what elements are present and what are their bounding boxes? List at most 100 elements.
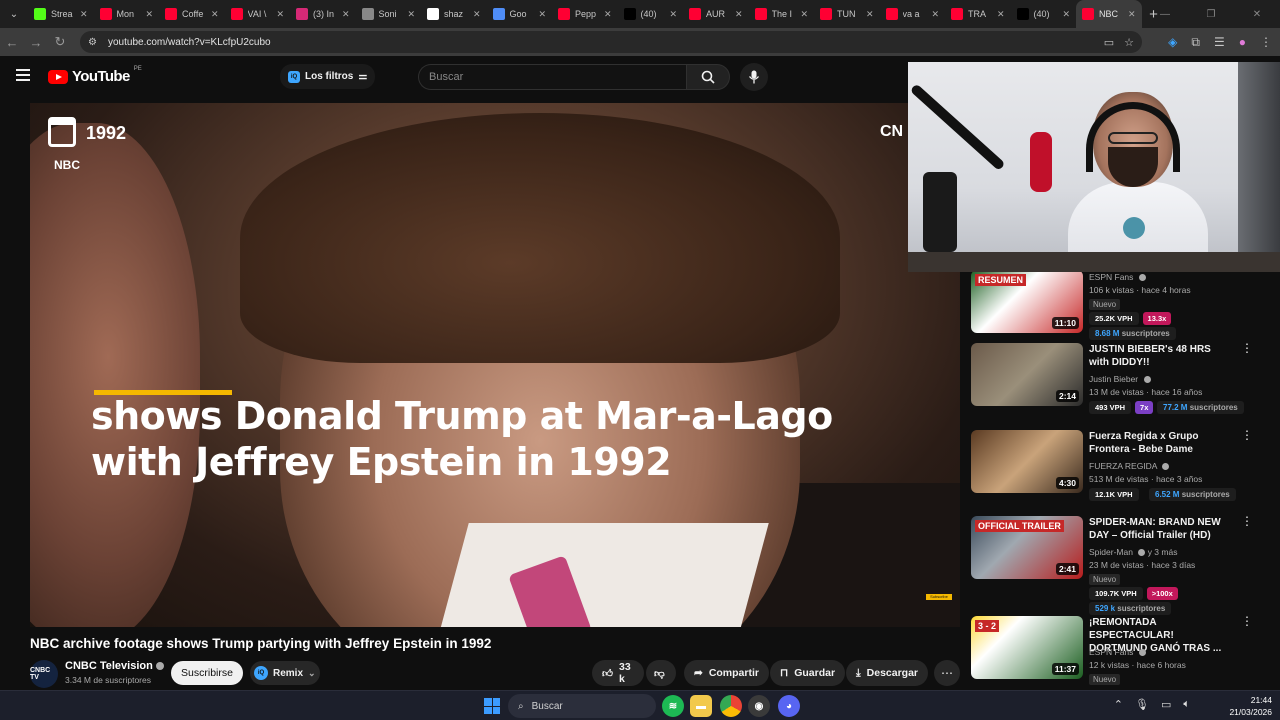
video-thumbnail[interactable]: 4:30 bbox=[971, 430, 1083, 493]
recommendation-item[interactable]: 3 - 2 11:37 ¡REMONTADA ESPECTACULAR! DORTM… bbox=[971, 615, 1271, 690]
browser-tab[interactable]: Strea ✕ bbox=[28, 0, 94, 28]
search-input[interactable]: Buscar bbox=[418, 64, 686, 90]
address-bar[interactable]: ⚙ youtube.com/watch?v=KLcfpU2cubo ▭ ☆ bbox=[80, 31, 1142, 53]
bookmark-star-icon[interactable]: ☆ bbox=[1124, 36, 1134, 49]
more-vertical-icon[interactable]: ⋮ bbox=[1241, 342, 1253, 354]
search-button[interactable] bbox=[686, 64, 730, 90]
video-thumbnail[interactable]: OFFICIAL TRAILER 2:41 bbox=[971, 516, 1083, 579]
volume-icon[interactable]: 🔈︎ bbox=[1183, 698, 1190, 711]
browser-tab[interactable]: Mon ✕ bbox=[94, 0, 160, 28]
chrome-icon[interactable] bbox=[720, 695, 742, 717]
chrome-menu-icon[interactable]: ⋮ bbox=[1260, 35, 1272, 49]
recommendation-channel[interactable]: FUERZA REGIDA bbox=[1089, 461, 1170, 471]
dislike-button[interactable]: 👎︎ bbox=[646, 660, 676, 686]
taskbar-search[interactable]: ⌕ Buscar bbox=[508, 694, 656, 718]
channel-name[interactable]: CNBC Television bbox=[65, 660, 164, 672]
cast-icon[interactable]: ▭ bbox=[1104, 36, 1114, 49]
recommendation-title[interactable]: SPIDER-MAN: BRAND NEW DAY – Official Tra… bbox=[1089, 516, 1229, 542]
browser-tab[interactable]: AUR ✕ bbox=[683, 0, 749, 28]
youtube-logo[interactable]: YouTube PE bbox=[48, 66, 142, 85]
tab-close-icon[interactable]: ✕ bbox=[1062, 9, 1070, 20]
more-vertical-icon[interactable]: ⋮ bbox=[1241, 615, 1253, 627]
profile-avatar-icon[interactable]: ● bbox=[1239, 35, 1246, 49]
more-vertical-icon[interactable]: ⋮ bbox=[1241, 429, 1253, 441]
reading-list-icon[interactable]: ☰ bbox=[1214, 35, 1225, 49]
more-actions-button[interactable]: ⋯ bbox=[934, 660, 960, 686]
subscribe-button[interactable]: Suscribirse bbox=[171, 661, 243, 685]
site-info-icon[interactable]: ⚙ bbox=[88, 37, 104, 48]
voice-search-button[interactable] bbox=[740, 63, 768, 91]
browser-tab[interactable]: TRA ✕ bbox=[945, 0, 1011, 28]
tab-close-icon[interactable]: ✕ bbox=[931, 9, 939, 20]
tab-close-icon[interactable]: ✕ bbox=[997, 9, 1005, 20]
browser-tab[interactable]: (3) In ✕ bbox=[290, 0, 356, 28]
share-button[interactable]: ➦ Compartir bbox=[684, 660, 769, 686]
tab-close-icon[interactable]: ✕ bbox=[1128, 9, 1136, 20]
forward-icon[interactable]: → bbox=[24, 28, 48, 56]
taskbar-clock[interactable]: 21:44 21/03/2026 bbox=[1229, 694, 1272, 718]
tray-microphone-icon[interactable]: 🎙︎ bbox=[1135, 698, 1149, 711]
channel-avatar[interactable]: CNBC TV bbox=[30, 660, 58, 688]
recommendation-channel[interactable]: ESPN Fans bbox=[1089, 272, 1146, 282]
remix-button[interactable]: iQ Remix ⌄ bbox=[250, 661, 320, 685]
video-thumbnail[interactable]: 2:14 bbox=[971, 343, 1083, 406]
browser-tab[interactable]: VAI \ ✕ bbox=[225, 0, 291, 28]
browser-tab[interactable]: Goo ✕ bbox=[487, 0, 553, 28]
reload-icon[interactable]: ↻ bbox=[48, 28, 72, 56]
tab-close-icon[interactable]: ✕ bbox=[407, 9, 415, 20]
recommendation-channel[interactable]: Justin Bieber bbox=[1089, 374, 1151, 384]
recommendation-item[interactable]: 4:30 Fuerza Regida x Grupo Frontera - Beb… bbox=[971, 429, 1271, 520]
tab-search-chevron-icon[interactable]: ⌄ bbox=[0, 0, 28, 28]
more-vertical-icon[interactable]: ⋮ bbox=[1241, 515, 1253, 527]
tab-close-icon[interactable]: ✕ bbox=[669, 9, 677, 20]
browser-tab[interactable]: The I ✕ bbox=[749, 0, 815, 28]
video-thumbnail[interactable]: RESUMEN 11:10 bbox=[971, 272, 1083, 333]
recommendation-item[interactable]: OFFICIAL TRAILER 2:41 SPIDER-MAN: BRAND NE… bbox=[971, 515, 1271, 615]
save-button[interactable]: ⊓ Guardar bbox=[770, 660, 846, 686]
recommendation-item[interactable]: 2:14 JUSTIN BIEBER's 48 HRS with DIDDY!! ⋮… bbox=[971, 342, 1271, 433]
tab-close-icon[interactable]: ✕ bbox=[866, 9, 874, 20]
discord-icon[interactable]: ◕ bbox=[778, 695, 800, 717]
browser-tab[interactable]: Pepp ✕ bbox=[552, 0, 618, 28]
browser-tab[interactable]: TUN ✕ bbox=[814, 0, 880, 28]
network-icon[interactable]: ▭ bbox=[1161, 698, 1171, 711]
tab-close-icon[interactable]: ✕ bbox=[145, 9, 153, 20]
download-button[interactable]: ⤓ Descargar bbox=[846, 660, 929, 686]
tab-close-icon[interactable]: ✕ bbox=[342, 9, 350, 20]
close-window-icon[interactable]: ✕ bbox=[1234, 0, 1280, 28]
tab-close-icon[interactable]: ✕ bbox=[538, 9, 546, 20]
filters-button[interactable]: iQ Los filtros ⚌ bbox=[280, 64, 376, 89]
like-button[interactable]: 👍︎ 33 k bbox=[592, 660, 644, 686]
tray-chevron-up-icon[interactable]: ⌃ bbox=[1114, 698, 1123, 711]
browser-tab[interactable]: (40) ✕ bbox=[1011, 0, 1077, 28]
video-player[interactable]: 1992 NBC CN shows Donald Trump at Mar-a-… bbox=[30, 103, 960, 627]
tab-close-icon[interactable]: ✕ bbox=[80, 9, 88, 20]
recommendation-channel[interactable]: Spider-Man y 3 más bbox=[1089, 547, 1177, 557]
extensions-puzzle-icon[interactable]: ⧉ bbox=[1191, 35, 1200, 50]
recommendation-title[interactable]: Fuerza Regida x Grupo Frontera - Bebe Da… bbox=[1089, 430, 1229, 456]
extension-icon[interactable]: ◈ bbox=[1168, 35, 1177, 49]
tab-close-icon[interactable]: ✕ bbox=[800, 9, 808, 20]
back-icon[interactable]: ← bbox=[0, 28, 24, 56]
browser-tab[interactable]: Coffe ✕ bbox=[159, 0, 225, 28]
tab-close-icon[interactable]: ✕ bbox=[276, 9, 284, 20]
browser-tab[interactable]: shaz ✕ bbox=[421, 0, 487, 28]
browser-tab[interactable]: NBC ✕ bbox=[1076, 0, 1142, 28]
obs-icon[interactable]: ◉ bbox=[748, 695, 770, 717]
tab-close-icon[interactable]: ✕ bbox=[211, 9, 219, 20]
browser-tab[interactable]: va a ✕ bbox=[880, 0, 946, 28]
menu-icon[interactable] bbox=[16, 69, 30, 81]
tab-close-icon[interactable]: ✕ bbox=[735, 9, 743, 20]
maximize-icon[interactable]: ❐ bbox=[1188, 0, 1234, 28]
minimize-icon[interactable]: — bbox=[1142, 0, 1188, 28]
recommendation-channel[interactable]: ESPN Fans bbox=[1089, 647, 1146, 657]
video-thumbnail[interactable]: 3 - 2 11:37 bbox=[971, 616, 1083, 679]
tab-close-icon[interactable]: ✕ bbox=[604, 9, 612, 20]
tab-close-icon[interactable]: ✕ bbox=[473, 9, 481, 20]
spotify-icon[interactable]: ≋ bbox=[662, 695, 684, 717]
browser-tab[interactable]: Soni ✕ bbox=[356, 0, 422, 28]
recommendation-title[interactable]: JUSTIN BIEBER's 48 HRS with DIDDY!! bbox=[1089, 343, 1229, 369]
windows-start-icon[interactable] bbox=[484, 698, 500, 714]
browser-tab[interactable]: (40) ✕ bbox=[618, 0, 684, 28]
file-explorer-icon[interactable]: ▬ bbox=[690, 695, 712, 717]
